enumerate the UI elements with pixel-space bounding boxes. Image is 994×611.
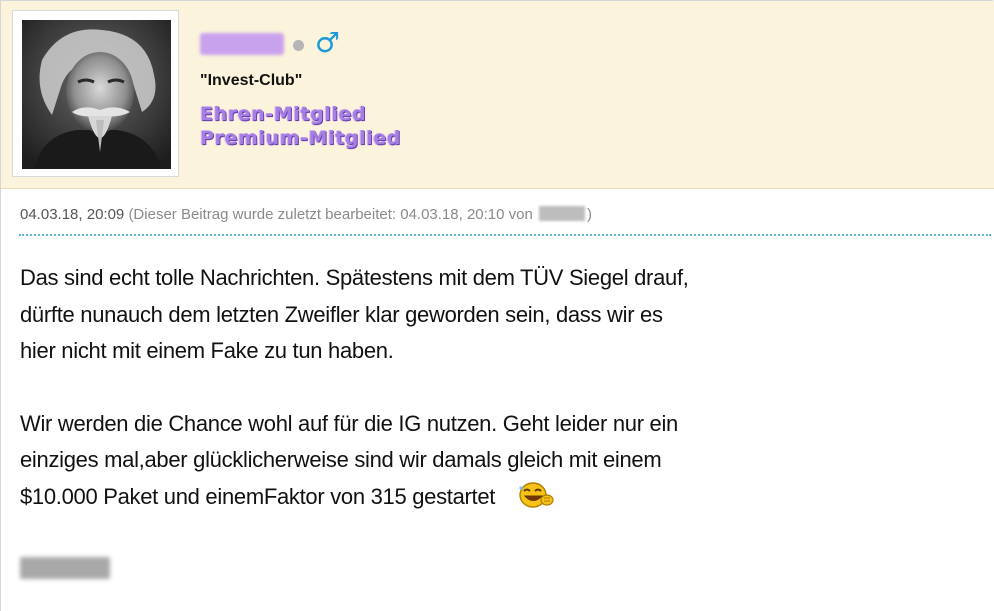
avatar[interactable] (22, 20, 171, 169)
rank-premium-mitglied: Premium-Mitglied (200, 127, 401, 149)
meta-divider (19, 234, 991, 236)
avatar-portrait-image (22, 20, 171, 169)
editor-name-redacted[interactable] (539, 206, 586, 221)
forum-post: ♂ "Invest-Club" Ehren-Mitglied Premium-M… (0, 0, 994, 611)
signature-redacted (20, 557, 110, 579)
edit-note-suffix: ) (587, 206, 593, 223)
post-paragraph-1: Das sind echt tolle Nachrichten. Spätest… (20, 265, 689, 363)
avatar-frame (12, 10, 179, 177)
edit-note-prefix: (Dieser Beitrag wurde zuletzt bearbeitet… (128, 206, 533, 223)
post-paragraph-2: Wir werden die Chance wohl auf für die I… (20, 406, 780, 516)
male-gender-icon: ♂ (315, 26, 341, 59)
rank-ehren-mitglied: Ehren-Mitglied (200, 103, 367, 125)
user-title: "Invest-Club" (200, 72, 303, 89)
post-paragraph-2-text: Wir werden die Chance wohl auf für die I… (20, 410, 678, 509)
edit-note: (Dieser Beitrag wurde zuletzt bearbeitet… (128, 206, 592, 223)
post-author-header: ♂ "Invest-Club" Ehren-Mitglied Premium-M… (1, 1, 994, 189)
post-timestamp[interactable]: 04.03.18, 20:09 (20, 206, 124, 223)
offline-status-icon (293, 40, 304, 51)
post-body: Das sind echt tolle Nachrichten. Spätest… (20, 260, 780, 515)
post-meta: 04.03.18, 20:09 (Dieser Beitrag wurde zu… (20, 206, 592, 223)
username-link-redacted[interactable] (200, 33, 284, 55)
laughing-smiley-icon (517, 480, 555, 510)
